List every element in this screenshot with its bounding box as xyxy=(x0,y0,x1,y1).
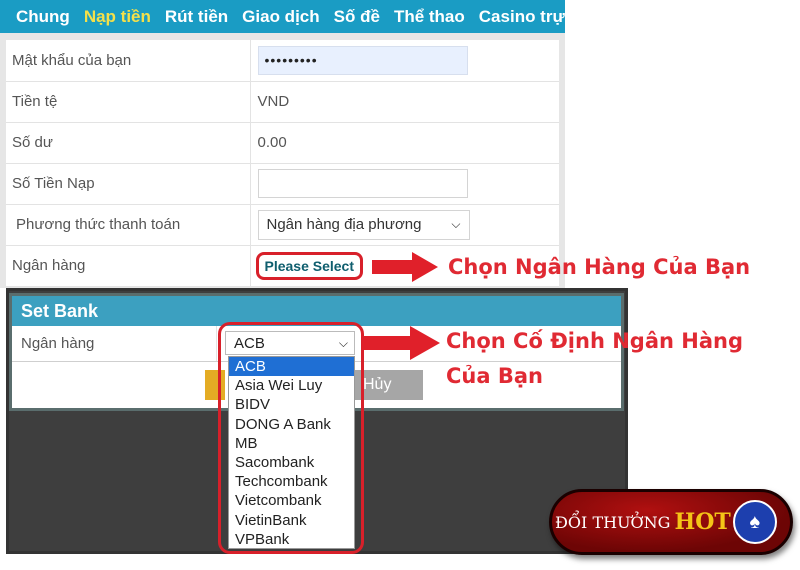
balance-label: Số dư xyxy=(6,122,251,164)
playing-cards-icon: ♠ xyxy=(732,500,777,544)
modal-bank-label: Ngân hàng xyxy=(12,326,217,361)
annotation-choose-bank: Chọn Ngân Hàng Của Bạn xyxy=(448,255,751,279)
form-row-currency: Tiền tệ VND xyxy=(6,81,559,123)
logo-hot-text: HOT xyxy=(674,509,731,535)
chevron-down-icon: ⌵ xyxy=(451,217,461,231)
currency-label: Tiền tệ xyxy=(6,81,251,123)
annotation-fixed-bank-line1: Chọn Cố Định Ngân Hàng xyxy=(446,329,743,353)
deposit-amount-input[interactable] xyxy=(257,169,468,198)
nav-item-so-de[interactable]: Số đề xyxy=(334,7,380,27)
bank-label: Ngân hàng xyxy=(6,245,251,287)
logo-text: ĐỔI THƯỞNG xyxy=(555,512,671,532)
form-row-balance: Số dư 0.00 xyxy=(6,122,559,164)
annotation-fixed-bank-line2: Của Bạn xyxy=(446,364,543,388)
nav-item-rut-tien[interactable]: Rút tiền xyxy=(165,7,228,27)
payment-method-value: Ngân hàng địa phương xyxy=(266,216,422,233)
screenshot-stage: Chung Nạp tiền Rút tiền Giao dịch Số đề … xyxy=(0,0,800,570)
currency-value: VND xyxy=(250,81,559,123)
password-label: Mật khẩu của bạn xyxy=(6,40,251,82)
form-row-deposit-amount: Số Tiền Nạp xyxy=(6,163,559,205)
payment-method-select[interactable]: Ngân hàng địa phương ⌵ xyxy=(257,209,470,240)
nav-item-chung[interactable]: Chung xyxy=(16,7,70,27)
arrow-right-icon xyxy=(362,326,440,360)
nav-item-giao-dich[interactable]: Giao dịch xyxy=(242,7,319,27)
please-select-link[interactable]: Please Select xyxy=(255,251,364,280)
balance-value: 0.00 xyxy=(250,122,559,164)
deposit-form: Mật khẩu của bạn Tiền tệ VND Số dư 0.00 … xyxy=(0,33,565,288)
deposit-form-table: Mật khẩu của bạn Tiền tệ VND Số dư 0.00 … xyxy=(6,40,559,287)
deposit-amount-label: Số Tiền Nạp xyxy=(6,163,251,205)
cancel-button[interactable]: Hủy xyxy=(355,370,423,400)
form-row-password: Mật khẩu của bạn xyxy=(6,40,559,82)
doi-thuong-hot-logo: ĐỔI THƯỞNG HOT ♠ xyxy=(549,489,793,555)
password-input[interactable] xyxy=(257,45,468,75)
nav-item-the-thao[interactable]: Thể thao xyxy=(394,7,465,27)
arrow-right-icon xyxy=(372,252,438,282)
annotation-highlight-frame xyxy=(218,322,364,554)
payment-method-label: Phương thức thanh toán xyxy=(6,204,251,246)
form-row-payment-method: Phương thức thanh toán Ngân hàng địa phư… xyxy=(6,204,559,246)
nav-item-nap-tien[interactable]: Nạp tiền xyxy=(84,7,151,27)
top-nav: Chung Nạp tiền Rút tiền Giao dịch Số đề … xyxy=(0,0,565,33)
nav-item-casino[interactable]: Casino trực tuyến xyxy=(479,7,565,27)
